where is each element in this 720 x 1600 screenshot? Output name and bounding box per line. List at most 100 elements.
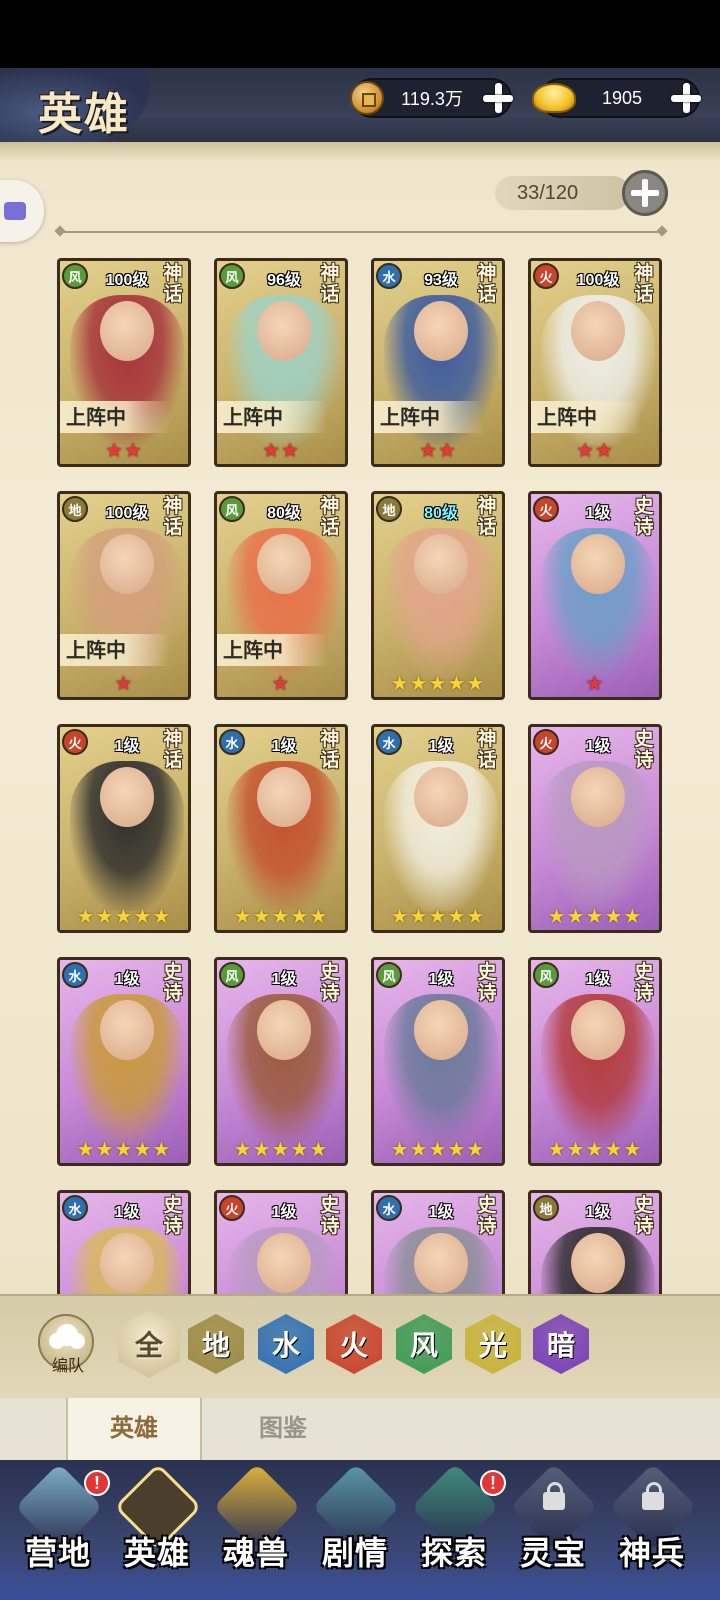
- hero-face: [257, 1000, 311, 1060]
- element-badge: 风: [376, 962, 402, 988]
- hero-level: 1级: [585, 1204, 611, 1221]
- star-rating: ★★★★★: [390, 673, 486, 695]
- element-badge: 水: [376, 1195, 402, 1221]
- hero-card[interactable]: 水 93级 神话 上阵中 ★★: [371, 258, 505, 467]
- rarity-label: 神话: [320, 728, 340, 771]
- rarity-label: 神话: [477, 495, 497, 538]
- element-badge: 水: [376, 263, 402, 289]
- hero-level: 1级: [114, 738, 140, 755]
- nav-item[interactable]: 灵宝: [503, 1463, 603, 1594]
- element-badge: 水: [376, 729, 402, 755]
- chat-icon: [4, 202, 26, 220]
- divider: [56, 231, 666, 233]
- expand-capacity-button[interactable]: [622, 170, 668, 216]
- star-rating: ★: [271, 673, 291, 695]
- hero-card[interactable]: 风 80级 神话 上阵中 ★: [214, 491, 348, 700]
- header-bar: 英雄 119.3万 1905: [0, 68, 720, 148]
- hero-card[interactable]: 风 1级 史诗 ★★★★★: [371, 957, 505, 1166]
- hero-level: 100级: [576, 272, 620, 289]
- hero-level: 1级: [114, 971, 140, 988]
- filter-chip-element[interactable]: 火: [326, 1314, 382, 1374]
- rarity-label: 史诗: [634, 1194, 654, 1237]
- hero-card[interactable]: 风 100级 神话 上阵中 ★★: [57, 258, 191, 467]
- star-rating: ★★★★★: [76, 1139, 172, 1161]
- hero-card[interactable]: 火 1级 史诗 ★★★★★: [528, 724, 662, 933]
- hero-grid-viewport[interactable]: 风 100级 神话 上阵中 ★★ 风 96级 神话 上阵中 ★★ 水 93级 神话 上阵中 ★★ 火 100级神…: [50, 258, 670, 1294]
- hero-level: 1级: [585, 505, 611, 522]
- rarity-label: 史诗: [477, 1194, 497, 1237]
- element-badge: 风: [533, 962, 559, 988]
- filter-chip-element[interactable]: 风: [396, 1314, 452, 1374]
- hero-face: [414, 301, 468, 361]
- tab-heroes[interactable]: 英雄: [66, 1398, 202, 1460]
- hero-level: 96级: [267, 272, 301, 289]
- star-rating: ★★★★★: [76, 906, 172, 928]
- rarity-label: 史诗: [163, 961, 183, 1004]
- hero-face: [571, 767, 625, 827]
- filter-chip-element[interactable]: 暗: [533, 1314, 589, 1374]
- hero-card[interactable]: 火 1级 史诗: [214, 1190, 348, 1294]
- hero-card[interactable]: 地 100级 神话 上阵中 ★: [57, 491, 191, 700]
- filter-bar: 编队 全地水火风光暗: [0, 1294, 720, 1398]
- hero-card[interactable]: 风 1级 史诗 ★★★★★: [528, 957, 662, 1166]
- status-bar: [0, 0, 720, 68]
- rarity-label: 史诗: [320, 1194, 340, 1237]
- nav-label: 营地: [24, 1534, 91, 1572]
- hero-card[interactable]: 水 1级 史诗 ★★★★★: [57, 957, 191, 1166]
- filter-chip-element[interactable]: 地: [188, 1314, 244, 1374]
- hero-level: 1级: [271, 738, 297, 755]
- rarity-label: 史诗: [477, 961, 497, 1004]
- tab-codex[interactable]: 图鉴: [215, 1398, 351, 1460]
- title-badge: 英雄: [0, 68, 150, 142]
- filter-chip-element[interactable]: 水: [258, 1314, 314, 1374]
- nav-label: 魂兽: [222, 1534, 289, 1572]
- hero-card[interactable]: 火 100级 神话 上阵中 ★★: [528, 258, 662, 467]
- hero-card[interactable]: 水 1级 史诗: [371, 1190, 505, 1294]
- hero-card[interactable]: 地 1级 史诗: [528, 1190, 662, 1294]
- nav-label: 神兵: [618, 1534, 685, 1572]
- hero-card[interactable]: 水 1级 神话 ★★★★★: [214, 724, 348, 933]
- page-title: 英雄: [38, 89, 130, 140]
- element-badge: 水: [62, 1195, 88, 1221]
- nav-item[interactable]: 英雄: [107, 1463, 207, 1594]
- gold-ingot-counter: 1905: [532, 78, 701, 118]
- hero-level: 1级: [428, 971, 454, 988]
- element-badge: 火: [533, 729, 559, 755]
- hero-level: 1级: [271, 1204, 297, 1221]
- hero-face: [571, 1233, 625, 1293]
- hero-face: [257, 1233, 311, 1293]
- star-rating: ★★: [419, 440, 457, 462]
- add-copper-button[interactable]: [480, 80, 516, 116]
- element-badge: 风: [62, 263, 88, 289]
- deployed-banner: 上阵中: [217, 401, 327, 433]
- nav-item[interactable]: 魂兽: [206, 1463, 306, 1594]
- star-rating: ★: [585, 673, 605, 695]
- hero-card[interactable]: 火 1级 神话 ★★★★★: [57, 724, 191, 933]
- rarity-label: 史诗: [163, 1194, 183, 1237]
- element-badge: 地: [62, 496, 88, 522]
- copper-coin-counter: 119.3万: [350, 78, 513, 118]
- hero-card[interactable]: 地 80级 神话 ★★★★★: [371, 491, 505, 700]
- hero-face: [414, 1233, 468, 1293]
- add-gold-button[interactable]: [668, 80, 704, 116]
- hero-face: [571, 1000, 625, 1060]
- hero-level: 1级: [114, 1204, 140, 1221]
- hero-card[interactable]: 水 1级 神话 ★★★★★: [371, 724, 505, 933]
- nav-item[interactable]: 剧情: [305, 1463, 405, 1594]
- rarity-label: 神话: [163, 495, 183, 538]
- team-button[interactable]: 编队: [38, 1314, 94, 1375]
- hero-card[interactable]: 风 96级 神话 上阵中 ★★: [214, 258, 348, 467]
- hero-card[interactable]: 风 1级 史诗 ★★★★★: [214, 957, 348, 1166]
- filter-chip-element[interactable]: 光: [465, 1314, 521, 1374]
- hero-capacity: 33/120: [495, 176, 630, 210]
- hero-card[interactable]: 火 1级 史诗 ★: [528, 491, 662, 700]
- nav-item[interactable]: 营地!: [8, 1463, 110, 1594]
- rarity-label: 神话: [163, 728, 183, 771]
- filter-chip-all[interactable]: 全: [118, 1310, 180, 1378]
- nav-label: 灵宝: [519, 1534, 586, 1572]
- nav-item[interactable]: 神兵: [602, 1463, 702, 1594]
- hero-card[interactable]: 水 1级 史诗: [57, 1190, 191, 1294]
- rarity-label: 神话: [634, 262, 654, 305]
- nav-item[interactable]: 探索!: [404, 1463, 506, 1594]
- hero-level: 93级: [424, 272, 458, 289]
